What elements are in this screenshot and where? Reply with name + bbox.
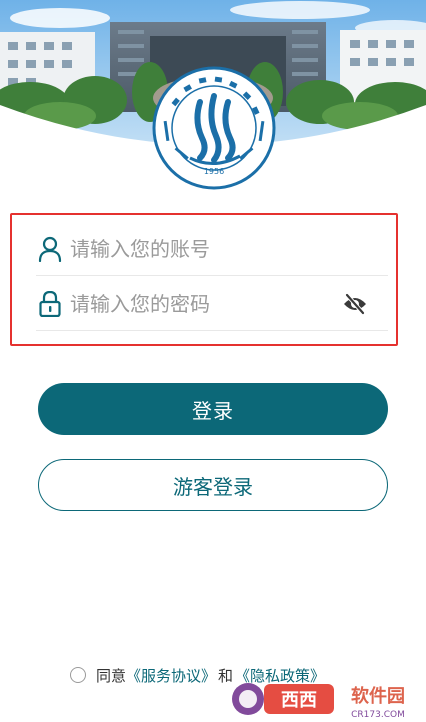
- watermark-suffix: 软件园: [351, 685, 405, 707]
- lock-icon: [36, 290, 64, 318]
- eye-off-icon[interactable]: [340, 289, 370, 319]
- agreement-prefix: 同意: [96, 666, 127, 685]
- agreement-radio[interactable]: [70, 667, 86, 683]
- watermark-brand: 西西: [281, 690, 317, 711]
- login-button[interactable]: 登录: [38, 383, 388, 435]
- account-input[interactable]: [70, 228, 388, 269]
- guest-login-button[interactable]: 游客登录: [38, 459, 388, 511]
- logo-year: 1956: [204, 167, 224, 176]
- watermark-domain: CR173.COM: [351, 710, 405, 720]
- service-agreement-link[interactable]: 《服务协议》: [126, 665, 216, 686]
- user-icon: [36, 235, 64, 263]
- password-field: [36, 277, 388, 331]
- password-input[interactable]: [70, 283, 340, 324]
- college-logo: 1956: [152, 66, 276, 190]
- watermark: 西西 软件园 CR173.COM: [228, 672, 426, 722]
- account-field: [36, 222, 388, 276]
